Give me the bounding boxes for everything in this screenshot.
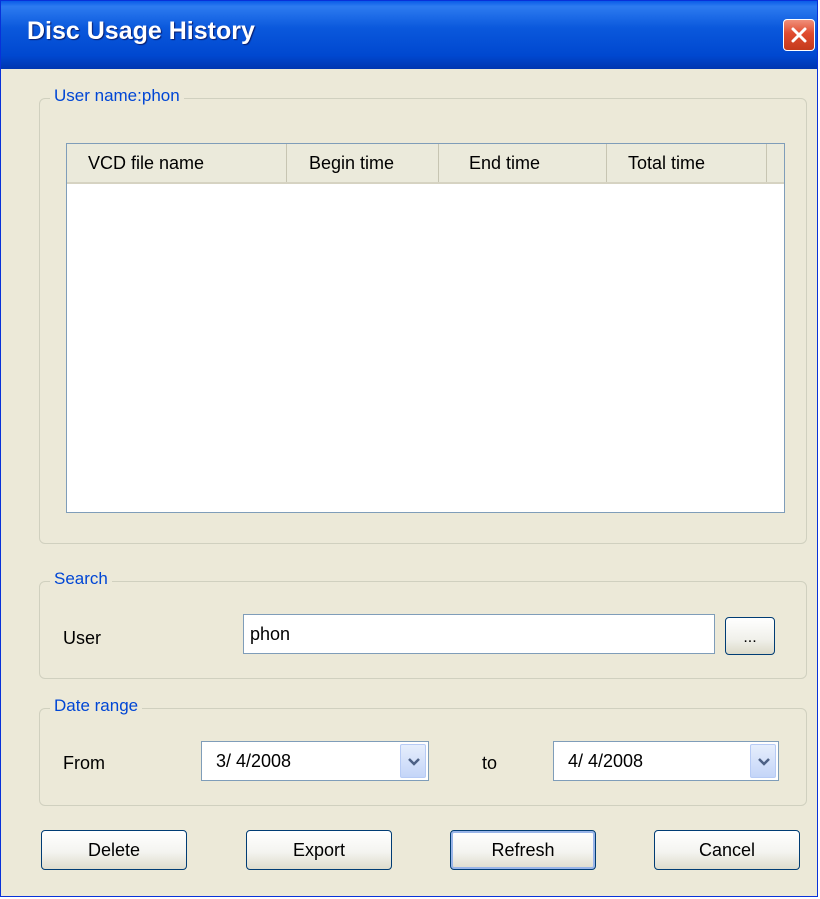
search-legend: Search (50, 569, 112, 589)
disc-usage-history-dialog: Disc Usage History User name:phon VCD fi… (0, 0, 818, 897)
chevron-down-icon (408, 758, 420, 766)
chevron-down-icon (758, 758, 770, 766)
to-date-picker[interactable]: 4/ 4/2008 (553, 741, 779, 781)
to-date-value: 4/ 4/2008 (568, 751, 644, 771)
usage-history-list[interactable]: VCD file name Begin time End time Total … (66, 143, 785, 513)
from-label: From (63, 753, 105, 773)
list-header: VCD file name Begin time End time Total … (67, 144, 784, 184)
cancel-button[interactable]: Cancel (654, 830, 800, 870)
close-icon (791, 27, 807, 43)
window-title: Disc Usage History (27, 17, 255, 45)
from-date-picker[interactable]: 3/ 4/2008 (201, 741, 429, 781)
column-header-end-time[interactable]: End time (439, 144, 607, 182)
title-bar[interactable]: Disc Usage History (1, 1, 817, 69)
date-range-legend: Date range (50, 696, 143, 716)
user-search-input[interactable] (243, 614, 715, 654)
from-date-dropdown-button[interactable] (400, 744, 426, 778)
user-history-group: User name:phon VCD file name Begin time … (39, 86, 807, 544)
refresh-button[interactable]: Refresh (450, 830, 596, 870)
to-label: to (482, 753, 498, 773)
column-header-begin-time[interactable]: Begin time (287, 144, 439, 182)
from-date-value: 3/ 4/2008 (216, 751, 292, 771)
browse-users-button[interactable]: ... (725, 617, 775, 655)
delete-button[interactable]: Delete (41, 830, 187, 870)
column-header-vcd-file-name[interactable]: VCD file name (67, 144, 287, 182)
user-label: User (63, 628, 102, 648)
user-history-legend: User name:phon (50, 86, 184, 106)
export-button[interactable]: Export (246, 830, 392, 870)
column-header-total-time[interactable]: Total time (607, 144, 767, 182)
to-date-dropdown-button[interactable] (750, 744, 776, 778)
close-button[interactable] (783, 19, 815, 51)
